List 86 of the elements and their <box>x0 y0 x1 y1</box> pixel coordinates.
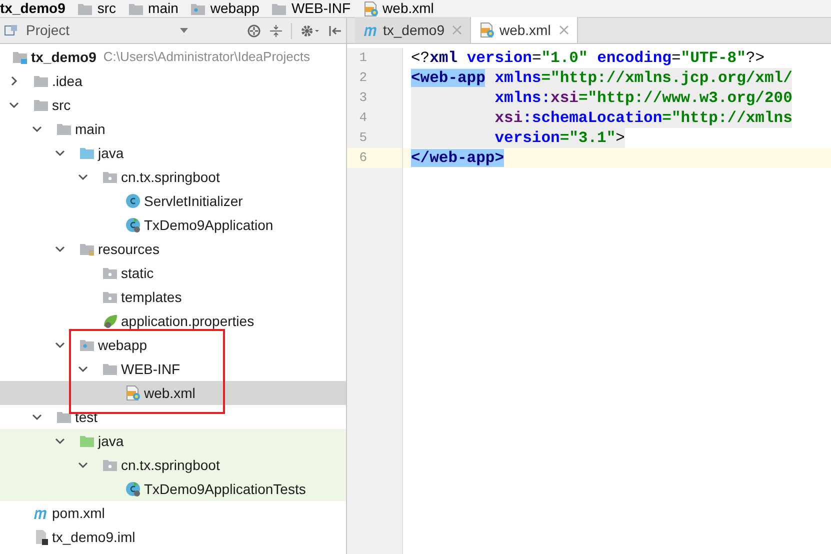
folder-icon <box>12 49 28 65</box>
tree-item[interactable]: tx_demo9.iml <box>0 525 346 549</box>
tree-item[interactable]: resources <box>0 237 346 261</box>
tree-item-label: webapp <box>98 336 148 355</box>
settings-icon[interactable] <box>300 24 320 38</box>
line-number: 3 <box>358 89 367 108</box>
tree-item[interactable]: test <box>0 405 346 429</box>
folder-icon <box>102 169 118 185</box>
target-icon[interactable] <box>247 24 261 38</box>
breadcrumb-item[interactable]: webapp <box>210 0 260 17</box>
breadcrumb-item[interactable]: web.xml <box>382 0 434 17</box>
tree-item-label: java <box>98 432 124 451</box>
panel-title: Project <box>26 21 70 40</box>
breadcrumb-item[interactable]: src <box>97 0 116 17</box>
tree-item[interactable]: tx_demo9 C:\Users\Administrator\IdeaProjects <box>0 45 346 69</box>
tree-item[interactable]: webapp <box>0 333 346 357</box>
tree-item[interactable]: WEB-INF <box>0 357 346 381</box>
folder-icon <box>56 121 72 137</box>
tree-item-label: static <box>121 264 154 282</box>
tree-item[interactable]: application.properties <box>0 309 346 333</box>
leaf-icon <box>102 313 118 329</box>
tree-item[interactable]: TxDemo9ApplicationTests <box>0 477 346 501</box>
line-number: 4 <box>358 109 367 128</box>
tree-item-label: .idea <box>52 72 82 90</box>
tree-item[interactable]: static <box>0 261 346 285</box>
tree-item-label: web.xml <box>144 384 196 402</box>
tree-item[interactable]: cn.tx.springboot <box>0 165 346 189</box>
line-number: 5 <box>358 129 367 148</box>
collapse-icon[interactable] <box>269 24 283 38</box>
breadcrumb-item[interactable]: tx_demo9 <box>0 0 66 17</box>
tree-item[interactable]: ServletInitializer <box>0 189 346 213</box>
folder-icon <box>79 433 95 449</box>
folder-icon <box>79 337 95 353</box>
editor-tab[interactable]: web.xml <box>471 17 578 43</box>
tree-item[interactable]: src <box>0 93 346 117</box>
module-file-icon <box>33 529 49 545</box>
tree-item-label: ServletInitializer <box>144 192 243 210</box>
tree-item-label: tx_demo9 <box>31 48 96 66</box>
tree-item[interactable]: TxDemo9Application <box>0 213 346 237</box>
line-number: 1 <box>358 49 367 68</box>
tree-item[interactable]: main <box>0 117 346 141</box>
folder-icon <box>33 97 49 113</box>
tree-item-label: main <box>75 120 106 138</box>
class-icon <box>125 193 141 209</box>
project-window-icon <box>4 24 18 38</box>
hide-panel-icon[interactable] <box>328 24 342 38</box>
tree-item-label: pom.xml <box>52 504 105 523</box>
folder-icon <box>79 145 95 161</box>
folder-icon <box>56 409 72 425</box>
tree-item-label: java <box>98 144 124 163</box>
tree-item-label: templates <box>121 288 182 307</box>
folder-icon <box>79 241 95 257</box>
folder-icon <box>102 265 118 281</box>
tree-item-label: cn.tx.springboot <box>121 456 220 475</box>
tree-item[interactable]: cn.tx.springboot <box>0 453 346 477</box>
class-icon <box>125 217 141 233</box>
class-icon <box>125 481 141 497</box>
tree-item[interactable]: web.xml <box>0 381 346 405</box>
tree-item[interactable]: java <box>0 141 346 165</box>
line-number: 2 <box>358 69 367 88</box>
breadcrumb-item[interactable]: WEB-INF <box>291 0 351 17</box>
tree-item[interactable]: .idea <box>0 69 346 93</box>
folder-icon <box>102 457 118 473</box>
folder-icon <box>102 361 118 377</box>
tree-item-label: cn.tx.springboot <box>121 168 220 187</box>
tree-item-label: TxDemo9Application <box>144 216 274 235</box>
tree-item-label: application.properties <box>121 312 254 331</box>
dropdown-caret-icon[interactable] <box>179 26 189 34</box>
tree-item-label: TxDemo9ApplicationTests <box>144 480 306 499</box>
xml-file-icon <box>479 22 496 38</box>
line-number: 6 <box>358 149 367 168</box>
tree-item[interactable]: templates <box>0 285 346 309</box>
tree-item-label: tx_demo9.iml <box>52 528 136 547</box>
breadcrumb-item[interactable]: main <box>148 0 178 17</box>
tree-item-label: resources <box>98 240 160 258</box>
tree-item[interactable]: java <box>0 429 346 453</box>
tree-item[interactable]: pom.xml <box>0 501 346 525</box>
folder-icon <box>33 73 49 89</box>
xml-file-icon <box>125 385 141 401</box>
editor-tab[interactable]: tx_demo9 <box>355 17 472 43</box>
project-path: C:\Users\Administrator\IdeaProjects <box>103 48 310 66</box>
code-line: <?xml version="1.0" encoding="UTF-8"?> <box>411 48 765 68</box>
tree-item-label: WEB-INF <box>121 360 180 378</box>
tree-item-label: src <box>52 96 71 114</box>
folder-icon <box>102 289 118 305</box>
tree-item-label: test <box>75 408 98 426</box>
